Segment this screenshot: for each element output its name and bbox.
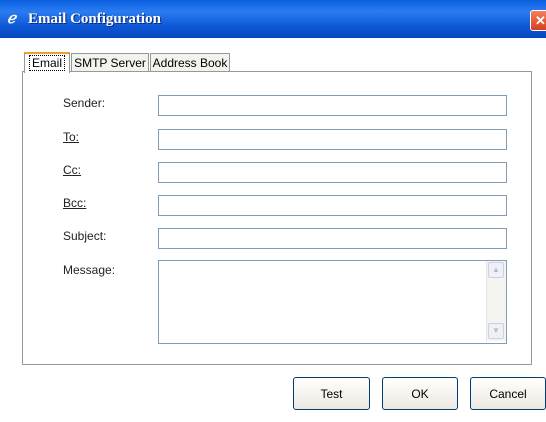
tab-address-book[interactable]: Address Book bbox=[150, 53, 230, 72]
close-button[interactable]: ✕ bbox=[530, 10, 546, 31]
close-icon: ✕ bbox=[535, 13, 546, 28]
email-configuration-window: ℯ Email Configuration ✕ Email SMTP Serve… bbox=[0, 0, 546, 422]
to-label-text: To: bbox=[63, 130, 80, 144]
tab-smtp-server-label: SMTP Server bbox=[74, 56, 146, 70]
sender-input[interactable] bbox=[158, 95, 507, 116]
bcc-label-text: Bcc: bbox=[63, 196, 87, 210]
cc-input[interactable] bbox=[158, 162, 507, 183]
tab-email-label: Email bbox=[28, 55, 65, 71]
cancel-button[interactable]: Cancel bbox=[470, 377, 546, 410]
app-icon: ℯ bbox=[7, 9, 16, 27]
cc-label-text: Cc: bbox=[63, 163, 81, 177]
email-tab-panel: Sender: To: Cc: Bcc: Subject: Message: ▲… bbox=[22, 71, 532, 365]
message-scrollbar[interactable]: ▲ ▼ bbox=[486, 261, 506, 341]
tab-smtp-server[interactable]: SMTP Server bbox=[71, 53, 149, 72]
tab-email[interactable]: Email bbox=[24, 52, 70, 73]
ok-button[interactable]: OK bbox=[382, 377, 458, 410]
bcc-label: Bcc: bbox=[63, 196, 86, 211]
scroll-up-icon[interactable]: ▲ bbox=[488, 262, 504, 278]
test-button[interactable]: Test bbox=[293, 377, 370, 410]
to-label: To: bbox=[63, 130, 79, 145]
title-bar[interactable]: ℯ Email Configuration ✕ bbox=[0, 0, 546, 38]
window-title: Email Configuration bbox=[28, 11, 161, 27]
subject-input[interactable] bbox=[158, 228, 507, 249]
to-input[interactable] bbox=[158, 129, 507, 150]
subject-label: Subject: bbox=[63, 229, 107, 243]
bcc-input[interactable] bbox=[158, 195, 507, 216]
sender-label: Sender: bbox=[63, 96, 106, 110]
scroll-down-icon[interactable]: ▼ bbox=[488, 323, 504, 339]
tab-address-book-label: Address Book bbox=[152, 56, 228, 70]
cc-label: Cc: bbox=[63, 163, 81, 178]
message-textarea[interactable] bbox=[158, 260, 507, 344]
message-label: Message: bbox=[63, 263, 116, 277]
